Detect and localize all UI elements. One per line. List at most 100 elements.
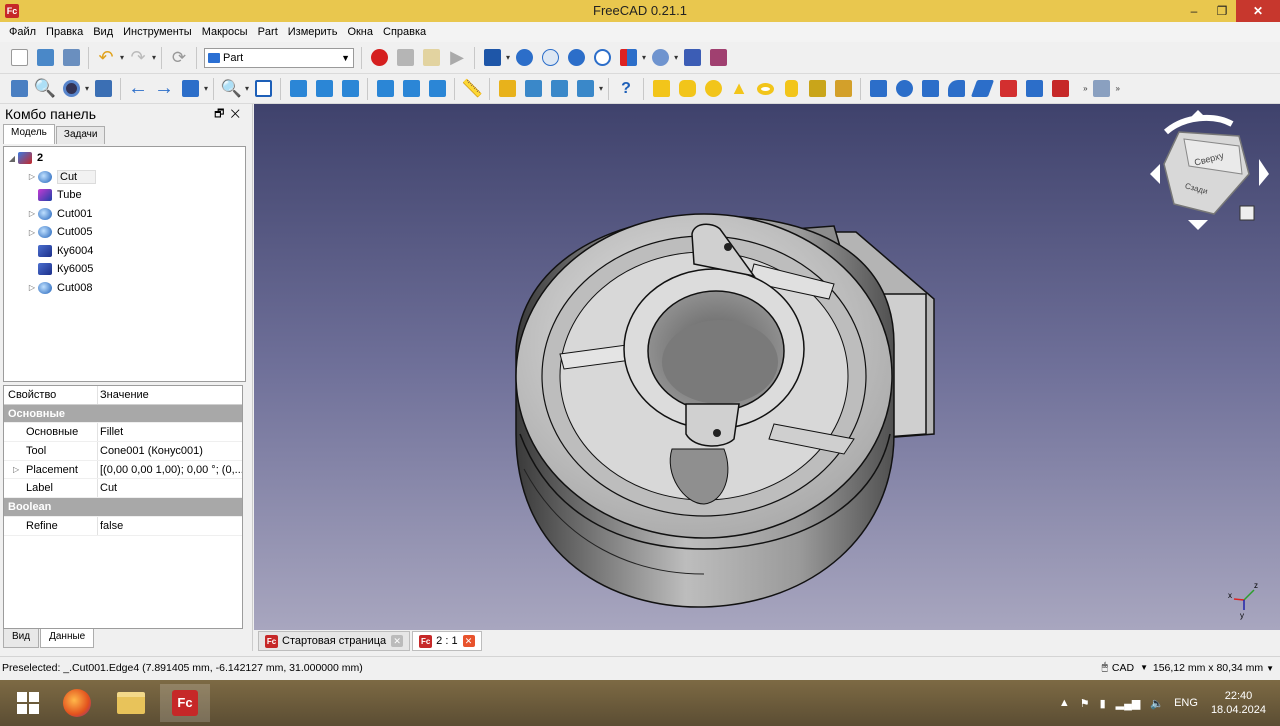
check-geometry-icon[interactable]	[681, 47, 703, 69]
battery-icon[interactable]: ▮	[1100, 697, 1106, 710]
restore-button[interactable]: ❐	[1208, 0, 1236, 22]
3d-model-render[interactable]: Сверху Сзади z x y	[254, 104, 1280, 630]
property-group-base[interactable]: Основные	[4, 404, 242, 424]
zoom-dropdown-icon[interactable]: ▾	[245, 84, 249, 93]
navcube-menu-icon[interactable]	[1239, 205, 1255, 221]
tab-tasks[interactable]: Задачи	[55, 126, 106, 144]
save-icon[interactable]	[60, 47, 82, 69]
view-right-icon[interactable]	[339, 78, 361, 100]
tray-overflow-icon[interactable]: ▲	[1059, 697, 1070, 709]
align-icon[interactable]	[617, 47, 639, 69]
undo-icon[interactable]: ↶	[95, 47, 117, 69]
menu-view[interactable]: Вид	[88, 22, 118, 42]
freecad-taskbar-button[interactable]: Fc	[160, 684, 210, 722]
close-icon[interactable]: ✕	[391, 635, 404, 647]
tab-start-page[interactable]: Fc Стартовая страница ✕	[258, 631, 411, 651]
property-value[interactable]: Cone001 (Конус001)	[97, 442, 242, 460]
boolean-icon[interactable]	[513, 47, 535, 69]
part-primitives-icon[interactable]	[806, 78, 828, 100]
part-sphere-icon[interactable]	[702, 78, 724, 100]
part-tube-icon[interactable]	[780, 78, 802, 100]
property-value[interactable]: Cut	[97, 479, 242, 498]
menu-part[interactable]: Part	[253, 22, 283, 42]
tree-item-document[interactable]: ◢ 2	[4, 149, 245, 168]
fuse-icon[interactable]	[565, 47, 587, 69]
display-dropdown-icon[interactable]: ▾	[506, 53, 510, 62]
close-panel-icon[interactable]: ✕	[230, 108, 246, 120]
edit-macro-icon[interactable]	[420, 47, 442, 69]
expand-icon[interactable]: ▷	[26, 172, 38, 181]
property-row[interactable]: Refine false	[4, 516, 242, 536]
part-ruled-surface-icon[interactable]	[1023, 78, 1045, 100]
collapse-icon[interactable]: ◢	[6, 154, 18, 163]
part-box-icon[interactable]	[650, 78, 672, 100]
view-rear-icon[interactable]	[374, 78, 396, 100]
zoom-icon[interactable]: 🔍	[220, 78, 242, 100]
redo-dropdown-icon[interactable]: ▾	[152, 53, 156, 62]
tab-model[interactable]: Модель	[3, 124, 55, 144]
part-loft-icon[interactable]	[1049, 78, 1071, 100]
menu-edit[interactable]: Правка	[41, 22, 88, 42]
tree-item-cut008[interactable]: ▷ Cut008	[4, 279, 245, 298]
tab-document-2[interactable]: Fc 2 : 1 ✕	[412, 631, 482, 651]
std-views-icon[interactable]	[179, 78, 201, 100]
flag-icon[interactable]: ⚑	[1080, 697, 1090, 710]
toolbar-overflow-icon[interactable]: »	[1116, 84, 1120, 93]
refresh-icon[interactable]: ⟳	[168, 47, 190, 69]
property-group-boolean[interactable]: Boolean	[4, 498, 242, 517]
property-row[interactable]: Tool Cone001 (Конус001)	[4, 442, 242, 461]
navigation-cube[interactable]: Сверху Сзади	[1150, 110, 1269, 230]
view-isometric-icon[interactable]	[252, 78, 274, 100]
run-macro-icon[interactable]: ▶	[446, 47, 468, 69]
clock[interactable]: 22:40 18.04.2024	[1211, 689, 1266, 717]
measure-distance-icon[interactable]: 📏	[461, 78, 483, 100]
property-value[interactable]: Fillet	[97, 423, 242, 442]
part-chamfer-icon[interactable]	[970, 78, 994, 100]
tree-item-cut001[interactable]: ▷ Cut001	[4, 205, 245, 224]
common-icon[interactable]	[591, 47, 613, 69]
fit-selection-icon[interactable]: 🔍	[34, 78, 56, 100]
defeaturing-icon[interactable]	[707, 47, 729, 69]
workbench-selector[interactable]: Part ▼	[204, 47, 355, 68]
part-shape-builder-icon[interactable]	[832, 78, 854, 100]
expand-icon[interactable]: ▷	[13, 465, 19, 474]
bounding-box-icon[interactable]	[92, 78, 114, 100]
menu-macros[interactable]: Макросы	[197, 22, 253, 42]
minimize-button[interactable]: –	[1180, 0, 1208, 22]
volume-icon[interactable]: 🔈	[1150, 697, 1164, 710]
expand-icon[interactable]: ▷	[26, 283, 38, 292]
navigation-style-selector[interactable]: 🖱 CAD ▼	[1102, 661, 1148, 674]
whats-this-icon[interactable]: ?	[615, 78, 637, 100]
dimensions-readout[interactable]: 156,12 mm x 80,34 mm ▼	[1153, 662, 1274, 674]
menu-tools[interactable]: Инструменты	[118, 22, 197, 42]
nav-forward-icon[interactable]: →	[153, 77, 175, 100]
draw-style-icon[interactable]	[60, 78, 82, 100]
tree-item-cut[interactable]: ▷ Cut	[4, 168, 245, 187]
language-indicator[interactable]: ENG	[1174, 697, 1198, 709]
explorer-taskbar-button[interactable]	[106, 684, 156, 722]
view-front-icon[interactable]	[287, 78, 309, 100]
menu-windows[interactable]: Окна	[342, 22, 378, 42]
tree-item-tube[interactable]: Tube	[4, 186, 245, 205]
join-icon[interactable]	[649, 47, 671, 69]
link-icon[interactable]	[548, 78, 570, 100]
std-views-dropdown-icon[interactable]: ▾	[204, 84, 208, 93]
align-dropdown-icon[interactable]: ▾	[642, 53, 646, 62]
view-top-icon[interactable]	[313, 78, 335, 100]
tree-item-cube6005[interactable]: Ку6005	[4, 260, 245, 279]
menu-measure[interactable]: Измерить	[283, 22, 343, 42]
join-dropdown-icon[interactable]: ▾	[674, 53, 678, 62]
tree-item-cut005[interactable]: ▷ Cut005	[4, 223, 245, 242]
expand-icon[interactable]: ▷	[26, 209, 38, 218]
undo-dropdown-icon[interactable]: ▾	[120, 53, 124, 62]
part-extrude-icon[interactable]	[867, 78, 889, 100]
close-icon[interactable]: ✕	[462, 635, 475, 647]
menu-help[interactable]: Справка	[378, 22, 431, 42]
firefox-taskbar-button[interactable]	[52, 684, 102, 722]
create-group-icon[interactable]	[522, 78, 544, 100]
record-macro-icon[interactable]	[368, 47, 390, 69]
part-cone-icon[interactable]: ▲	[728, 78, 750, 100]
property-value[interactable]: [(0,00 0,00 1,00); 0,00 °; (0,...	[97, 460, 242, 479]
fit-all-icon[interactable]	[8, 78, 30, 100]
signal-icon[interactable]: ▂▄▆	[1116, 697, 1141, 710]
